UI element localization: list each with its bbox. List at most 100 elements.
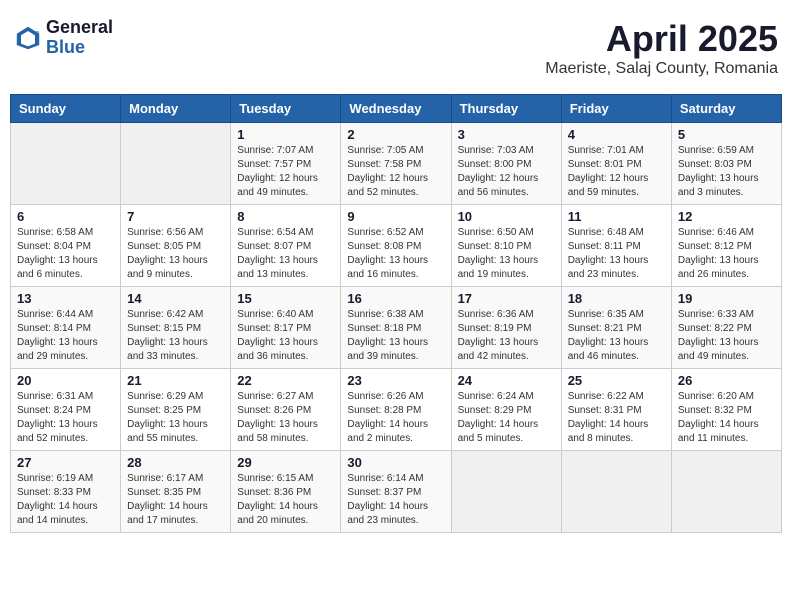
day-number: 26 [678,373,775,388]
calendar-cell: 13 Sunrise: 6:44 AM Sunset: 8:14 PM Dayli… [11,287,121,369]
week-row-3: 13 Sunrise: 6:44 AM Sunset: 8:14 PM Dayli… [11,287,782,369]
day-number: 13 [17,291,114,306]
day-info: Sunrise: 6:19 AM Sunset: 8:33 PM Dayligh… [17,472,114,528]
day-number: 5 [678,127,775,142]
day-info: Sunrise: 6:54 AM Sunset: 8:07 PM Dayligh… [237,226,334,282]
day-number: 23 [347,373,444,388]
day-info: Sunrise: 7:03 AM Sunset: 8:00 PM Dayligh… [458,144,555,200]
calendar-cell: 21Sunrise: 6:29 AM Sunset: 8:25 PM Dayli… [121,369,231,451]
weekday-header-thursday: Thursday [451,95,561,123]
day-info: Sunrise: 6:40 AM Sunset: 8:17 PM Dayligh… [237,308,334,364]
day-info: Sunrise: 6:46 AM Sunset: 8:12 PM Dayligh… [678,226,775,282]
day-info: Sunrise: 6:26 AM Sunset: 8:28 PM Dayligh… [347,390,444,446]
calendar-cell: 1 Sunrise: 7:07 AM Sunset: 7:57 PM Daylig… [231,123,341,205]
calendar-table: SundayMondayTuesdayWednesdayThursdayFrid… [10,94,782,533]
title-area: April 2025 Maeriste, Salaj County, Roman… [545,18,778,78]
calendar-cell [451,451,561,533]
calendar-cell: 4 Sunrise: 7:01 AM Sunset: 8:01 PM Daylig… [561,123,671,205]
calendar-cell: 15Sunrise: 6:40 AM Sunset: 8:17 PM Dayli… [231,287,341,369]
calendar-cell: 28 Sunrise: 6:17 AM Sunset: 8:35 PM Dayli… [121,451,231,533]
day-number: 3 [458,127,555,142]
weekday-header-tuesday: Tuesday [231,95,341,123]
week-row-5: 27Sunrise: 6:19 AM Sunset: 8:33 PM Dayli… [11,451,782,533]
day-info: Sunrise: 7:01 AM Sunset: 8:01 PM Dayligh… [568,144,665,200]
calendar-cell [561,451,671,533]
day-info: Sunrise: 6:14 AM Sunset: 8:37 PM Dayligh… [347,472,444,528]
day-number: 19 [678,291,775,306]
day-info: Sunrise: 6:52 AM Sunset: 8:08 PM Dayligh… [347,226,444,282]
calendar-cell [11,123,121,205]
calendar-cell: 12 Sunrise: 6:46 AM Sunset: 8:12 PM Dayli… [671,205,781,287]
calendar-cell: 11 Sunrise: 6:48 AM Sunset: 8:11 PM Dayli… [561,205,671,287]
day-info: Sunrise: 7:05 AM Sunset: 7:58 PM Dayligh… [347,144,444,200]
day-number: 9 [347,209,444,224]
day-info: Sunrise: 6:17 AM Sunset: 8:35 PM Dayligh… [127,472,224,528]
day-info: Sunrise: 6:33 AM Sunset: 8:22 PM Dayligh… [678,308,775,364]
header: General Blue April 2025 Maeriste, Salaj … [10,10,782,86]
week-row-2: 6 Sunrise: 6:58 AM Sunset: 8:04 PM Daylig… [11,205,782,287]
day-number: 17 [458,291,555,306]
logo-blue-text: Blue [46,38,113,58]
weekday-header-row: SundayMondayTuesdayWednesdayThursdayFrid… [11,95,782,123]
calendar-cell: 17Sunrise: 6:36 AM Sunset: 8:19 PM Dayli… [451,287,561,369]
day-info: Sunrise: 6:50 AM Sunset: 8:10 PM Dayligh… [458,226,555,282]
month-title: April 2025 [545,18,778,60]
day-info: Sunrise: 6:20 AM Sunset: 8:32 PM Dayligh… [678,390,775,446]
day-info: Sunrise: 6:56 AM Sunset: 8:05 PM Dayligh… [127,226,224,282]
day-number: 20 [17,373,114,388]
calendar-cell: 30 Sunrise: 6:14 AM Sunset: 8:37 PM Dayli… [341,451,451,533]
day-number: 22 [237,373,334,388]
day-number: 25 [568,373,665,388]
day-number: 14 [127,291,224,306]
day-number: 7 [127,209,224,224]
day-info: Sunrise: 6:27 AM Sunset: 8:26 PM Dayligh… [237,390,334,446]
day-info: Sunrise: 7:07 AM Sunset: 7:57 PM Dayligh… [237,144,334,200]
calendar-cell: 27Sunrise: 6:19 AM Sunset: 8:33 PM Dayli… [11,451,121,533]
day-info: Sunrise: 6:22 AM Sunset: 8:31 PM Dayligh… [568,390,665,446]
day-info: Sunrise: 6:15 AM Sunset: 8:36 PM Dayligh… [237,472,334,528]
calendar-cell: 18Sunrise: 6:35 AM Sunset: 8:21 PM Dayli… [561,287,671,369]
week-row-1: 1 Sunrise: 7:07 AM Sunset: 7:57 PM Daylig… [11,123,782,205]
calendar-cell: 7 Sunrise: 6:56 AM Sunset: 8:05 PM Daylig… [121,205,231,287]
calendar-cell: 9 Sunrise: 6:52 AM Sunset: 8:08 PM Daylig… [341,205,451,287]
day-number: 6 [17,209,114,224]
calendar-cell: 23 Sunrise: 6:26 AM Sunset: 8:28 PM Dayli… [341,369,451,451]
day-number: 1 [237,127,334,142]
calendar-cell: 6 Sunrise: 6:58 AM Sunset: 8:04 PM Daylig… [11,205,121,287]
logo-icon [14,24,42,52]
day-number: 24 [458,373,555,388]
calendar-cell: 20 Sunrise: 6:31 AM Sunset: 8:24 PM Dayli… [11,369,121,451]
weekday-header-wednesday: Wednesday [341,95,451,123]
day-info: Sunrise: 6:59 AM Sunset: 8:03 PM Dayligh… [678,144,775,200]
calendar-cell: 14 Sunrise: 6:42 AM Sunset: 8:15 PM Dayli… [121,287,231,369]
weekday-header-monday: Monday [121,95,231,123]
day-number: 4 [568,127,665,142]
day-info: Sunrise: 6:48 AM Sunset: 8:11 PM Dayligh… [568,226,665,282]
day-info: Sunrise: 6:42 AM Sunset: 8:15 PM Dayligh… [127,308,224,364]
calendar-cell [121,123,231,205]
day-number: 29 [237,455,334,470]
calendar-cell: 8Sunrise: 6:54 AM Sunset: 8:07 PM Daylig… [231,205,341,287]
calendar-cell: 5 Sunrise: 6:59 AM Sunset: 8:03 PM Daylig… [671,123,781,205]
day-number: 21 [127,373,224,388]
logo-general-text: General [46,18,113,38]
calendar-cell: 10Sunrise: 6:50 AM Sunset: 8:10 PM Dayli… [451,205,561,287]
day-number: 11 [568,209,665,224]
calendar-cell: 25 Sunrise: 6:22 AM Sunset: 8:31 PM Dayli… [561,369,671,451]
calendar-cell: 26 Sunrise: 6:20 AM Sunset: 8:32 PM Dayli… [671,369,781,451]
day-number: 30 [347,455,444,470]
day-info: Sunrise: 6:31 AM Sunset: 8:24 PM Dayligh… [17,390,114,446]
day-number: 2 [347,127,444,142]
calendar-cell: 19 Sunrise: 6:33 AM Sunset: 8:22 PM Dayli… [671,287,781,369]
logo: General Blue [14,18,113,58]
calendar-cell: 3 Sunrise: 7:03 AM Sunset: 8:00 PM Daylig… [451,123,561,205]
week-row-4: 20 Sunrise: 6:31 AM Sunset: 8:24 PM Dayli… [11,369,782,451]
day-info: Sunrise: 6:44 AM Sunset: 8:14 PM Dayligh… [17,308,114,364]
location-title: Maeriste, Salaj County, Romania [545,60,778,78]
calendar-cell [671,451,781,533]
weekday-header-saturday: Saturday [671,95,781,123]
day-number: 28 [127,455,224,470]
day-info: Sunrise: 6:58 AM Sunset: 8:04 PM Dayligh… [17,226,114,282]
calendar-cell: 22 Sunrise: 6:27 AM Sunset: 8:26 PM Dayli… [231,369,341,451]
day-number: 12 [678,209,775,224]
